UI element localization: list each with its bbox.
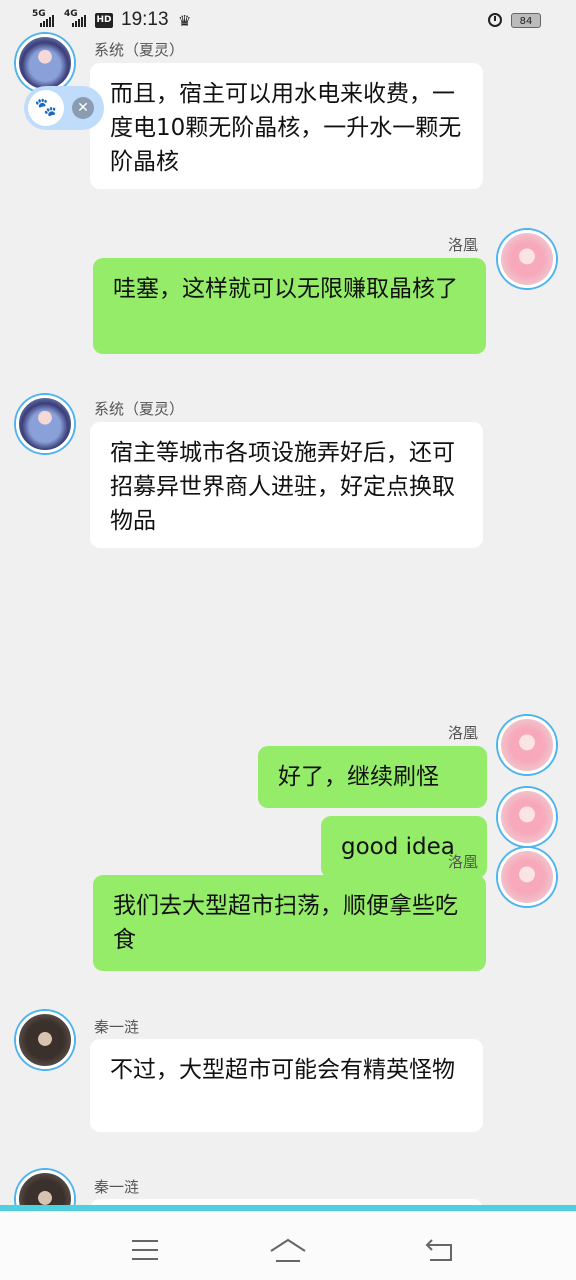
- menu-icon[interactable]: [115, 1225, 175, 1275]
- paw-icon[interactable]: 🐾: [28, 90, 64, 126]
- avatar-xialing[interactable]: [16, 34, 74, 92]
- navigation-bar: [0, 1205, 576, 1280]
- message-bubble[interactable]: 好了，继续刷怪: [258, 746, 487, 808]
- close-icon[interactable]: ✕: [72, 97, 94, 119]
- message-bubble[interactable]: 宿主等城市各项设施弄好后，还可招募异世界商人进驻，好定点换取物品: [90, 422, 483, 548]
- sender-name: 秦一涟: [94, 1178, 140, 1196]
- sender-name: 系统（夏灵）: [94, 400, 185, 418]
- signal-5g-icon: [40, 15, 54, 27]
- avatar-luohuang[interactable]: [498, 848, 556, 906]
- message-bubble[interactable]: 而且，宿主可以用水电来收费，一度电10颗无阶晶核，一升水一颗无阶晶核: [90, 63, 483, 189]
- message-bubble[interactable]: 不过，大型超市可能会有精英怪物: [90, 1039, 483, 1132]
- battery-indicator: 84: [511, 13, 541, 28]
- sender-name: 系统（夏灵）: [94, 41, 185, 59]
- alarm-icon: [488, 13, 502, 27]
- avatar-qinyilian[interactable]: [16, 1011, 74, 1069]
- floating-widget: 🐾 ✕: [24, 86, 104, 130]
- home-icon[interactable]: [258, 1225, 318, 1275]
- avatar-luohuang[interactable]: [498, 716, 556, 774]
- hd-badge: HD: [95, 13, 113, 28]
- status-bar: 5G 4G HD 19:13 ♛ 84: [0, 0, 576, 40]
- avatar-luohuang[interactable]: [498, 230, 556, 288]
- avatar-luohuang[interactable]: [498, 788, 556, 846]
- back-icon[interactable]: [410, 1225, 470, 1275]
- avatar-xialing[interactable]: [16, 395, 74, 453]
- message-bubble[interactable]: 哇塞，这样就可以无限赚取晶核了: [93, 258, 486, 354]
- signal-4g-icon: [72, 15, 86, 27]
- sender-name: 洛凰: [448, 724, 479, 742]
- crown-icon: ♛: [178, 12, 192, 30]
- status-time: 19:13: [121, 9, 169, 30]
- message-bubble[interactable]: 我们去大型超市扫荡，顺便拿些吃食: [93, 875, 486, 971]
- sender-name: 秦一涟: [94, 1018, 140, 1036]
- sender-name: 洛凰: [448, 236, 479, 254]
- sender-name: 洛凰: [448, 853, 479, 871]
